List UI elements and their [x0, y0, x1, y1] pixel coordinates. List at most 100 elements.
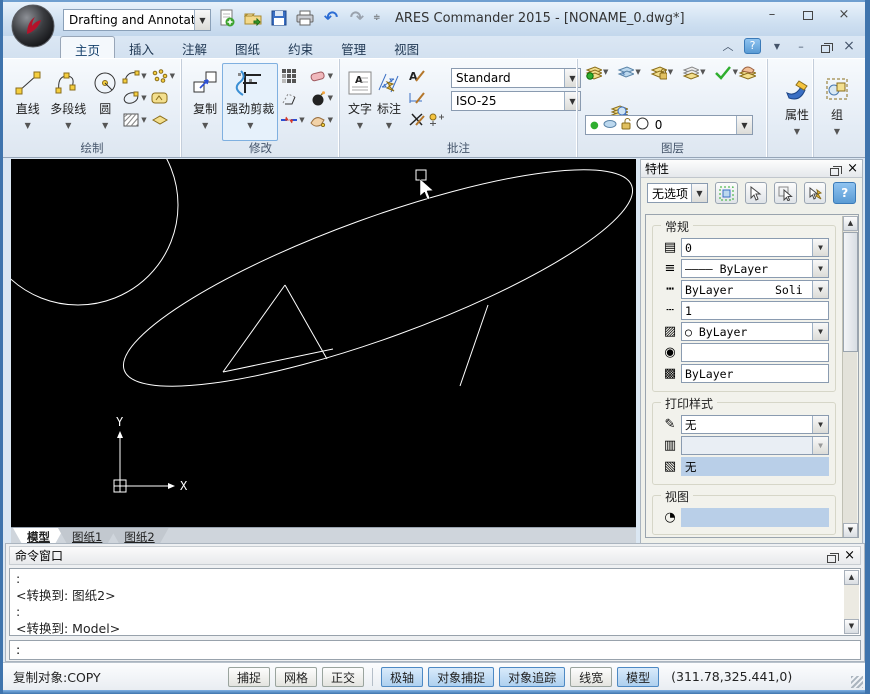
- quick-select-button[interactable]: [745, 182, 768, 204]
- properties-float-button[interactable]: [830, 162, 839, 176]
- undo-icon[interactable]: ↶: [321, 8, 341, 28]
- text-button[interactable]: A 文字 ▼: [346, 63, 374, 141]
- layer-combo-dropdown-arrow[interactable]: ▼: [736, 116, 752, 134]
- arc-icon[interactable]: [122, 67, 140, 85]
- stretch-dropdown-arrow[interactable]: ▼: [328, 116, 333, 124]
- dimension-button[interactable]: 标注 ▼: [374, 63, 404, 141]
- selection-filter-dropdown-arrow[interactable]: ▼: [691, 184, 707, 202]
- general-field-5[interactable]: [681, 343, 829, 362]
- line-button[interactable]: 直线 ▼: [9, 63, 46, 141]
- ribbon-tab-3[interactable]: 图纸: [221, 36, 274, 58]
- dim-style-combo[interactable]: ISO-25 ▼: [451, 91, 581, 111]
- doc-restore-button[interactable]: [817, 40, 833, 53]
- doc-close-button[interactable]: ×: [841, 38, 857, 54]
- layer-on-icon[interactable]: ●: [590, 120, 599, 131]
- print-style-field-1[interactable]: ▼: [681, 436, 829, 455]
- layer-combo[interactable]: ● 0 ▼: [585, 115, 753, 135]
- text-style-icon[interactable]: A: [408, 67, 426, 85]
- general-field-6[interactable]: ByLayer: [681, 364, 829, 383]
- copy-button[interactable]: 复制 ▼: [188, 63, 222, 141]
- print-style-dropdown-arrow-0[interactable]: ▼: [812, 416, 828, 433]
- sheet-tab-2[interactable]: 图纸2: [110, 528, 168, 544]
- ribbon-tab-6[interactable]: 视图: [380, 36, 433, 58]
- group-dropdown-arrow[interactable]: ▼: [834, 127, 840, 136]
- dimension-style-icon[interactable]: [408, 89, 426, 107]
- layer-activate-icon[interactable]: [738, 63, 756, 81]
- save-icon[interactable]: [269, 8, 289, 28]
- circle-button[interactable]: 圆 ▼: [90, 63, 120, 141]
- eraser-icon[interactable]: [309, 67, 327, 85]
- sheet-tab-0[interactable]: 模型: [13, 528, 64, 544]
- ribbon-tab-5[interactable]: 管理: [327, 36, 380, 58]
- workspace-selector[interactable]: Drafting and Annotation ▼: [63, 9, 211, 31]
- layer-states-dropdown-arrow[interactable]: ▼: [700, 68, 705, 76]
- properties-close-button[interactable]: ×: [847, 161, 858, 176]
- layer-thaw-icon[interactable]: [603, 120, 617, 131]
- general-field-2[interactable]: ByLayer Soli▼: [681, 280, 829, 299]
- selection-filter-combo[interactable]: 无选项 ▼: [647, 183, 708, 203]
- align-icon[interactable]: [280, 111, 298, 129]
- polyline-button[interactable]: 多段线 ▼: [46, 63, 90, 141]
- toggle-2[interactable]: 正交: [322, 667, 364, 687]
- print-icon[interactable]: [295, 8, 315, 28]
- general-field-1[interactable]: ———— ByLayer▼: [681, 259, 829, 278]
- ribbon-tab-1[interactable]: 插入: [115, 36, 168, 58]
- help-icon[interactable]: ?: [744, 38, 761, 54]
- print-style-field-0[interactable]: 无▼: [681, 415, 829, 434]
- toggle-5[interactable]: 对象追踪: [499, 667, 565, 687]
- command-scroll-up-icon[interactable]: ▲: [844, 570, 859, 585]
- scroll-down-icon[interactable]: ▼: [843, 523, 858, 538]
- layer-lock-icon[interactable]: [649, 63, 667, 81]
- explode-dropdown-arrow[interactable]: ▼: [328, 94, 333, 102]
- layer-freeze-dropdown-arrow[interactable]: ▼: [635, 68, 640, 76]
- quick-modify-button[interactable]: [804, 182, 827, 204]
- help-dropdown-icon[interactable]: ▼: [769, 42, 785, 51]
- toggle-7[interactable]: 模型: [617, 667, 659, 687]
- annotation-reset-icon[interactable]: [408, 111, 426, 129]
- edit-polyline-icon[interactable]: [280, 89, 298, 107]
- ribbon-tab-2[interactable]: 注解: [168, 36, 221, 58]
- minimize-button[interactable]: –: [761, 8, 783, 24]
- layer-states-icon[interactable]: [681, 63, 699, 81]
- layer-unlock-icon[interactable]: [621, 118, 632, 133]
- command-scroll-down-icon[interactable]: ▼: [844, 619, 859, 634]
- layer-check-icon[interactable]: [714, 63, 732, 81]
- plane-icon[interactable]: [151, 111, 169, 129]
- circle-dropdown-arrow[interactable]: ▼: [102, 121, 108, 130]
- doc-minimize-button[interactable]: –: [793, 40, 809, 53]
- arc-dropdown-arrow[interactable]: ▼: [141, 72, 146, 80]
- point-dropdown-arrow[interactable]: ▼: [170, 72, 175, 80]
- toggle-4[interactable]: 对象捕捉: [428, 667, 494, 687]
- resize-grip[interactable]: [851, 676, 863, 688]
- pattern-array-icon[interactable]: [280, 67, 298, 85]
- revision-cloud-icon[interactable]: [151, 89, 169, 107]
- maximize-button[interactable]: [797, 8, 819, 24]
- general-dropdown-arrow-1[interactable]: ▼: [812, 260, 828, 277]
- new-file-icon[interactable]: [217, 8, 237, 28]
- layer-manager-icon[interactable]: [584, 63, 602, 81]
- toggle-6[interactable]: 线宽: [570, 667, 612, 687]
- polyline-dropdown-arrow[interactable]: ▼: [65, 121, 71, 130]
- copy-dropdown-arrow[interactable]: ▼: [202, 121, 208, 130]
- workspace-dropdown-arrow[interactable]: ▼: [194, 10, 210, 30]
- layer-lock-dropdown-arrow[interactable]: ▼: [668, 68, 673, 76]
- stretch-icon[interactable]: [309, 111, 327, 129]
- line-dropdown-arrow[interactable]: ▼: [25, 121, 31, 130]
- general-dropdown-arrow-0[interactable]: ▼: [812, 239, 828, 256]
- layer-manager-dropdown-arrow[interactable]: ▼: [603, 68, 608, 76]
- hatch-dropdown-arrow[interactable]: ▼: [141, 116, 146, 124]
- command-scrollbar[interactable]: ▲ ▼: [844, 570, 859, 634]
- text-dropdown-arrow[interactable]: ▼: [357, 121, 363, 130]
- command-close-button[interactable]: ×: [844, 548, 855, 563]
- command-input[interactable]: :: [9, 640, 861, 660]
- general-field-0[interactable]: 0▼: [681, 238, 829, 257]
- toggle-0[interactable]: 捕捉: [228, 667, 270, 687]
- powertrim-dropdown-arrow[interactable]: ▼: [247, 121, 253, 130]
- dimension-dropdown-arrow[interactable]: ▼: [386, 121, 392, 130]
- properties-scrollbar[interactable]: ▲ ▼: [842, 216, 857, 538]
- general-dropdown-arrow-4[interactable]: ▼: [812, 323, 828, 340]
- open-file-icon[interactable]: [243, 8, 263, 28]
- ribbon-tab-4[interactable]: 约束: [274, 36, 327, 58]
- print-style-field-2[interactable]: 无: [681, 457, 829, 476]
- select-matching-button[interactable]: [774, 182, 797, 204]
